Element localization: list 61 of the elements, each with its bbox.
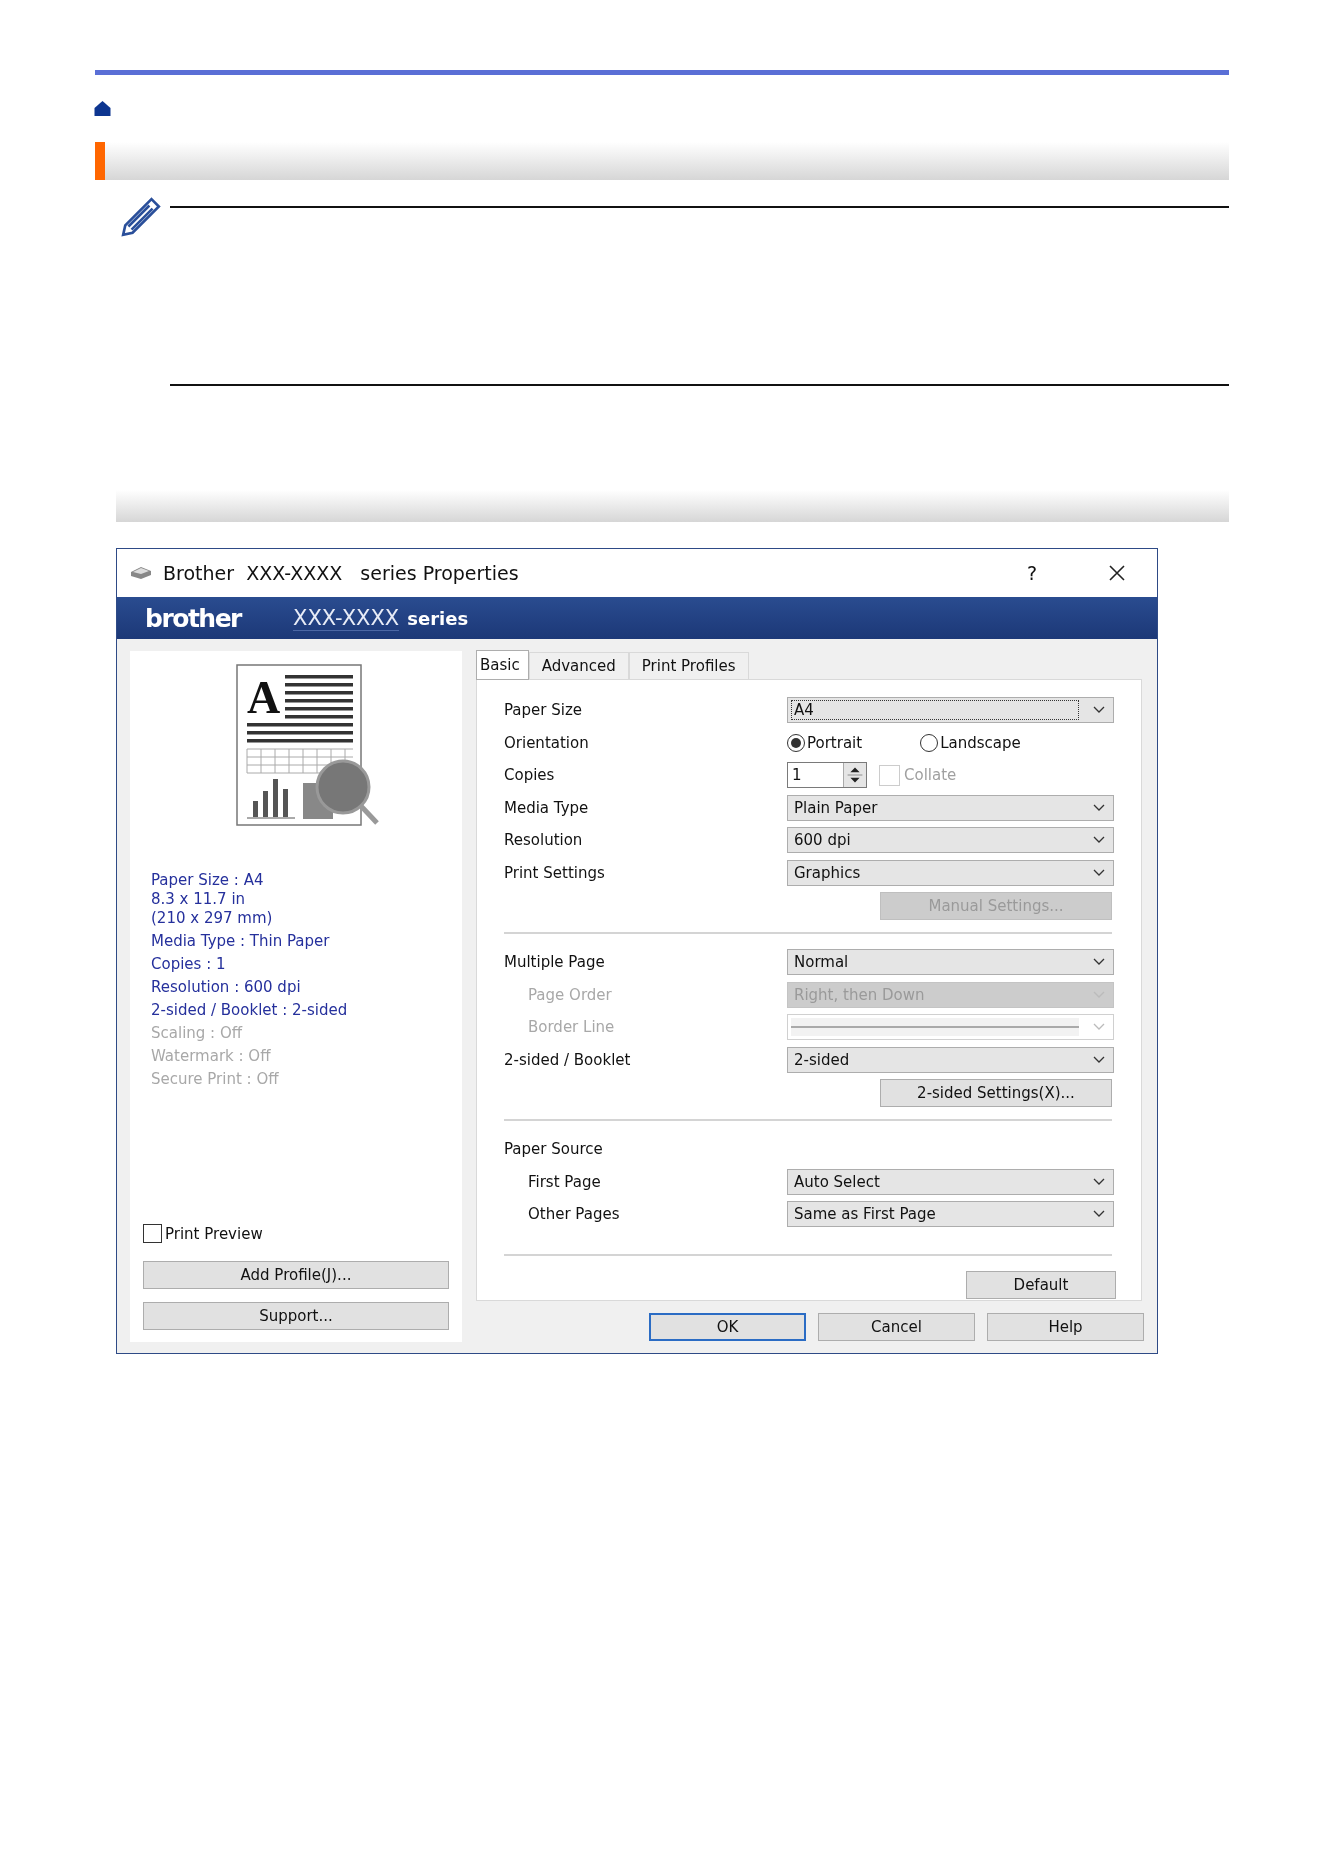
tab[interactable]: Advanced — [528, 652, 629, 679]
radio-button[interactable]: Portrait — [787, 733, 863, 752]
side-button[interactable]: Add Profile(J)... — [143, 1261, 449, 1289]
group-label: Paper Source — [504, 1140, 604, 1159]
home-icon[interactable] — [94, 100, 111, 116]
summary-text: Resolution : 600 dpi — [151, 978, 302, 997]
field-label: Resolution — [504, 831, 584, 850]
chevron-down-icon — [1093, 1055, 1105, 1064]
field-label: 2-sided / Booklet — [504, 1050, 632, 1069]
dialog-button[interactable]: OK — [649, 1313, 806, 1341]
window-title: Brother XXX-XXXX series Properties — [163, 562, 520, 584]
print-preview-checkbox[interactable]: Print Preview — [143, 1224, 449, 1243]
tab[interactable]: Basic — [476, 650, 529, 680]
chevron-down-icon — [1093, 868, 1105, 877]
summary-text: 2-sided / Booklet : 2-sided — [151, 1001, 349, 1020]
summary-text: Paper Size : A4 8.3 x 11.7 in (210 x 297 mm) — [151, 871, 274, 928]
settings-button[interactable]: 2-sided Settings(X)... — [880, 1079, 1112, 1107]
series-label: series — [407, 607, 469, 629]
field-label: Border Line — [527, 1018, 616, 1037]
dialog-button[interactable]: Help — [987, 1313, 1144, 1341]
dropdown[interactable]: 2-sided — [787, 1046, 1114, 1073]
model-name: XXX-XXXX — [293, 605, 400, 631]
chevron-down-icon — [1093, 1210, 1105, 1219]
field-label: First Page — [527, 1172, 602, 1191]
summary-text: Watermark : Off — [151, 1047, 272, 1066]
chevron-down-icon — [1093, 1023, 1105, 1032]
brand-logo: brother — [145, 603, 243, 633]
pencil-icon — [120, 196, 162, 238]
dropdown[interactable]: Plain Paper — [787, 794, 1114, 821]
field-label: Print Settings — [504, 863, 606, 882]
default-button[interactable]: Default — [966, 1270, 1116, 1299]
dialog-button[interactable]: Cancel — [818, 1313, 975, 1341]
field-label: Paper Size — [504, 701, 584, 720]
dropdown[interactable]: A4 — [787, 697, 1114, 724]
dropdown[interactable]: Auto Select — [787, 1168, 1114, 1195]
help-button[interactable]: ? — [1026, 562, 1037, 584]
chevron-down-icon — [1093, 1177, 1105, 1186]
summary-text: Copies : 1 — [151, 955, 227, 974]
chevron-down-icon — [1093, 803, 1105, 812]
dropdown[interactable]: 600 dpi — [787, 827, 1114, 854]
tab[interactable]: Print Profiles — [628, 652, 749, 679]
chevron-down-icon — [1093, 958, 1105, 967]
radio-button[interactable]: Landscape — [920, 733, 1021, 752]
chevron-down-icon — [1093, 836, 1105, 845]
copies-spinner[interactable]: 1 — [787, 762, 867, 789]
field-label: Orientation — [504, 733, 590, 752]
side-button[interactable]: Support... — [143, 1302, 449, 1330]
field-label: Media Type — [504, 798, 590, 817]
field-label: Other Pages — [527, 1205, 621, 1224]
summary-text: Secure Print : Off — [151, 1070, 280, 1089]
dropdown[interactable]: Normal — [787, 949, 1114, 976]
field-label: Multiple Page — [504, 953, 606, 972]
close-icon[interactable] — [1109, 565, 1125, 581]
summary-text: Scaling : Off — [151, 1024, 244, 1043]
printer-icon — [129, 565, 153, 581]
field-label: Copies — [504, 766, 556, 785]
chevron-down-icon — [1093, 706, 1105, 715]
dropdown[interactable]: Same as First Page — [787, 1201, 1114, 1228]
field-label: Page Order — [527, 985, 613, 1004]
dropdown[interactable]: Graphics — [787, 859, 1114, 886]
summary-text: Media Type : Thin Paper — [151, 932, 331, 951]
